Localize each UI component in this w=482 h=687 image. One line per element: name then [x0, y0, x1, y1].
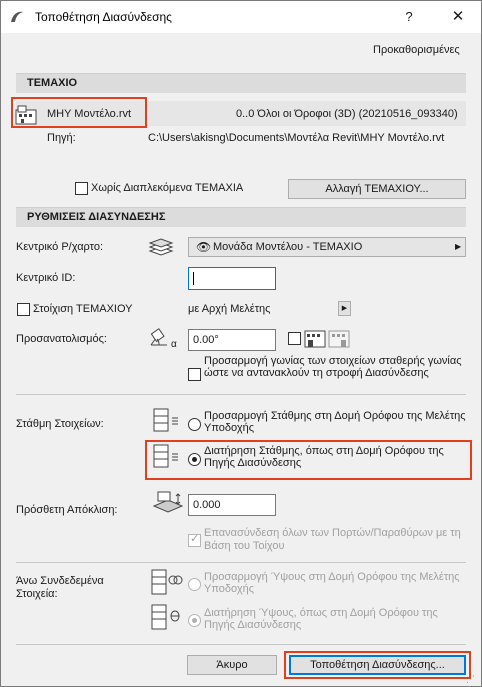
story-info: 0..0 Όλοι οι Όροφοι (3D) (20210516_09334… [236, 108, 458, 120]
no-nested-parts-checkbox[interactable] [75, 182, 88, 195]
part-section-header: ΤΕΜΑΧΙΟ [16, 73, 466, 93]
chevron-right-icon: ▶ [455, 242, 462, 251]
source-path: C:\Users\akisng\Documents\Μοντέλα Revit\… [148, 132, 445, 144]
orientation-label: Προσανατολισμός: [16, 333, 107, 345]
master-id-label: Κεντρικό ID: [16, 272, 76, 284]
mirror-buildings-icon [304, 330, 350, 348]
master-layout-dropdown[interactable]: 👁 Μονάδα Μοντέλου - ΤΕΜΑΧΙΟ ▶ [188, 237, 466, 257]
master-id-input[interactable] [188, 267, 276, 290]
cancel-button[interactable]: Άκυρο [187, 655, 277, 675]
archicad-icon [11, 11, 23, 22]
offset-input[interactable]: 0.000 [188, 494, 276, 516]
relink-doors-label: Επανασύνδεση όλων των Πορτών/Παραθύρων μ… [204, 527, 461, 552]
elevation-keep-highlight [145, 440, 472, 480]
title-bar: Τοποθέτηση Διασύνδεσης ? ✕ [1, 1, 481, 33]
orientation-input[interactable]: 0.00° [188, 329, 276, 351]
help-button[interactable]: ? [399, 7, 419, 27]
align-options-button[interactable]: ▶ [338, 301, 351, 316]
window-title: Τοποθέτηση Διασύνδεσης [35, 10, 172, 24]
close-button[interactable]: ✕ [447, 7, 469, 27]
separator [16, 562, 466, 563]
align-part-label: Στοίχιση ΤΕΜΑΧΙΟΥ [33, 303, 133, 315]
resize-grip-icon[interactable]: ⋰ [466, 673, 478, 685]
mirror-checkbox[interactable] [288, 332, 301, 345]
top-linked-keep-label: Διατήρηση Ύψους, όπως στη Δομή Ορόφου τη… [204, 607, 438, 631]
master-layout-value: Μονάδα Μοντέλου - ΤΕΜΑΧΙΟ [213, 241, 363, 253]
elevation-label: Στάθμη Στοιχείων: [16, 418, 104, 430]
source-label: Πηγή: [47, 132, 76, 144]
layers-icon [148, 238, 174, 256]
separator [16, 394, 466, 395]
dialog-window: Τοποθέτηση Διασύνδεσης ? ✕ Προκαθορισμέν… [0, 0, 482, 687]
presets-link[interactable]: Προκαθορισμένες [373, 44, 460, 56]
offset-icon [152, 491, 184, 513]
place-link-highlight [284, 651, 471, 679]
top-linked-adjust-label: Προσαρμογή Ύψους στη Δομή Ορόφου της Μελ… [204, 571, 460, 595]
top-linked-adjust-radio[interactable] [188, 578, 201, 591]
elevation-adjust-radio[interactable] [188, 418, 201, 431]
top-linked-keep-radio[interactable] [188, 614, 201, 627]
change-part-button[interactable]: Αλλαγή ΤΕΜΑΧΙΟΥ... [288, 179, 466, 199]
adjust-angle-label: Προσαρμογή γωνίας των στοιχείων σταθερής… [204, 355, 462, 379]
link-settings-header: ΡΥΘΜΙΣΕΙΣ ΔΙΑΣΥΝΔΕΣΗΣ [16, 207, 466, 227]
align-value: με Αρχή Μελέτης [188, 303, 271, 315]
elevation-adjust-label: Προσαρμογή Στάθμης στη Δομή Ορόφου της Μ… [204, 410, 466, 434]
angle-symbol: α [171, 339, 177, 350]
eye-icon: 👁 [196, 240, 212, 254]
file-name-highlight [11, 97, 147, 128]
offset-label: Πρόσθετη Απόκλιση: [16, 504, 118, 516]
separator [16, 644, 466, 645]
no-nested-parts-label: Χωρίς Διαπλεκόμενα ΤΕΜΑΧΙΑ [91, 182, 244, 194]
text-cursor [193, 272, 194, 285]
top-linked-label: Άνω Συνδεδεμένα Στοιχεία: [16, 575, 104, 600]
top-linked-adjust-icon [151, 569, 183, 595]
relink-doors-checkbox[interactable] [188, 532, 201, 547]
top-linked-keep-icon [151, 604, 180, 630]
adjust-angle-checkbox[interactable] [188, 368, 201, 381]
story-elevation-icon [153, 408, 178, 432]
align-part-checkbox[interactable] [17, 303, 30, 316]
master-layout-label: Κεντρικό Ρ/χαρτο: [16, 241, 104, 253]
